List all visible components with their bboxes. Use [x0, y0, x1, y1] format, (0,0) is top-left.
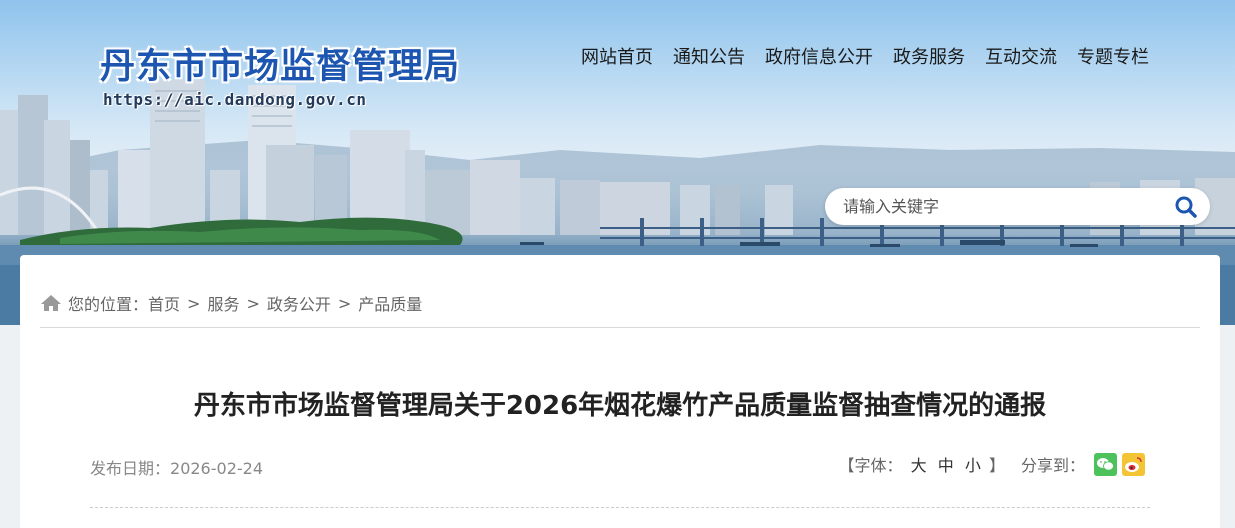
search-bar	[825, 188, 1210, 225]
content-card: 您的位置： 首页 > 服务 > 政务公开 > 产品质量 丹东市市场监督管理局关于…	[20, 255, 1220, 528]
breadcrumb-product-quality[interactable]: 产品质量	[358, 291, 422, 315]
main-nav: 网站首页 通知公告 政府信息公开 政务服务 互动交流 专题专栏	[571, 44, 1159, 72]
nav-item-gov-services[interactable]: 政务服务	[883, 44, 975, 72]
site-title[interactable]: 丹东市市场监督管理局	[100, 38, 460, 89]
breadcrumb-separator: >	[337, 293, 352, 313]
search-input[interactable]	[843, 194, 1163, 219]
meta-divider	[90, 507, 1150, 508]
site-url: https://aic.dandong.gov.cn	[103, 90, 367, 109]
article-tools: 【字体： 大 中 小 】 分享到：	[839, 452, 1145, 476]
breadcrumb-divider	[40, 327, 1200, 328]
weibo-share-button[interactable]	[1122, 452, 1145, 476]
wechat-icon	[1097, 457, 1114, 471]
breadcrumb: 您的位置： 首页 > 服务 > 政务公开 > 产品质量	[40, 291, 422, 315]
nav-item-notices[interactable]: 通知公告	[663, 44, 755, 72]
nav-item-gov-info[interactable]: 政府信息公开	[755, 44, 883, 72]
font-size-medium[interactable]: 中	[938, 456, 954, 475]
publish-date: 发布日期：2026-02-24	[90, 455, 263, 479]
breadcrumb-home[interactable]: 首页	[148, 291, 180, 315]
font-size-control: 【字体： 大 中 小 】	[839, 452, 1005, 476]
wechat-share-button[interactable]	[1094, 452, 1117, 476]
nav-item-home[interactable]: 网站首页	[571, 44, 663, 72]
search-button[interactable]	[1172, 193, 1200, 221]
share-label: 分享到：	[1020, 456, 1085, 475]
search-icon	[1175, 196, 1197, 218]
nav-item-interaction[interactable]: 互动交流	[975, 44, 1067, 72]
breadcrumb-prefix: 您的位置：	[68, 295, 149, 314]
article-title: 丹东市市场监督管理局关于2026年烟花爆竹产品质量监督抽查情况的通报	[193, 391, 1047, 421]
weibo-icon	[1125, 456, 1142, 472]
publish-date-value: 2026-02-24	[170, 459, 263, 478]
font-size-large[interactable]: 大	[911, 456, 927, 475]
publish-date-label: 发布日期：	[90, 459, 171, 478]
nav-item-topics[interactable]: 专题专栏	[1067, 44, 1159, 72]
breadcrumb-gov-affairs[interactable]: 政务公开	[267, 291, 331, 315]
font-size-label: 【字体：	[838, 456, 903, 475]
font-size-small[interactable]: 小	[965, 456, 981, 475]
breadcrumb-services[interactable]: 服务	[207, 291, 239, 315]
home-icon	[41, 295, 61, 311]
breadcrumb-separator: >	[187, 293, 201, 313]
font-size-close: 】	[988, 456, 1005, 475]
breadcrumb-separator: >	[246, 293, 260, 313]
